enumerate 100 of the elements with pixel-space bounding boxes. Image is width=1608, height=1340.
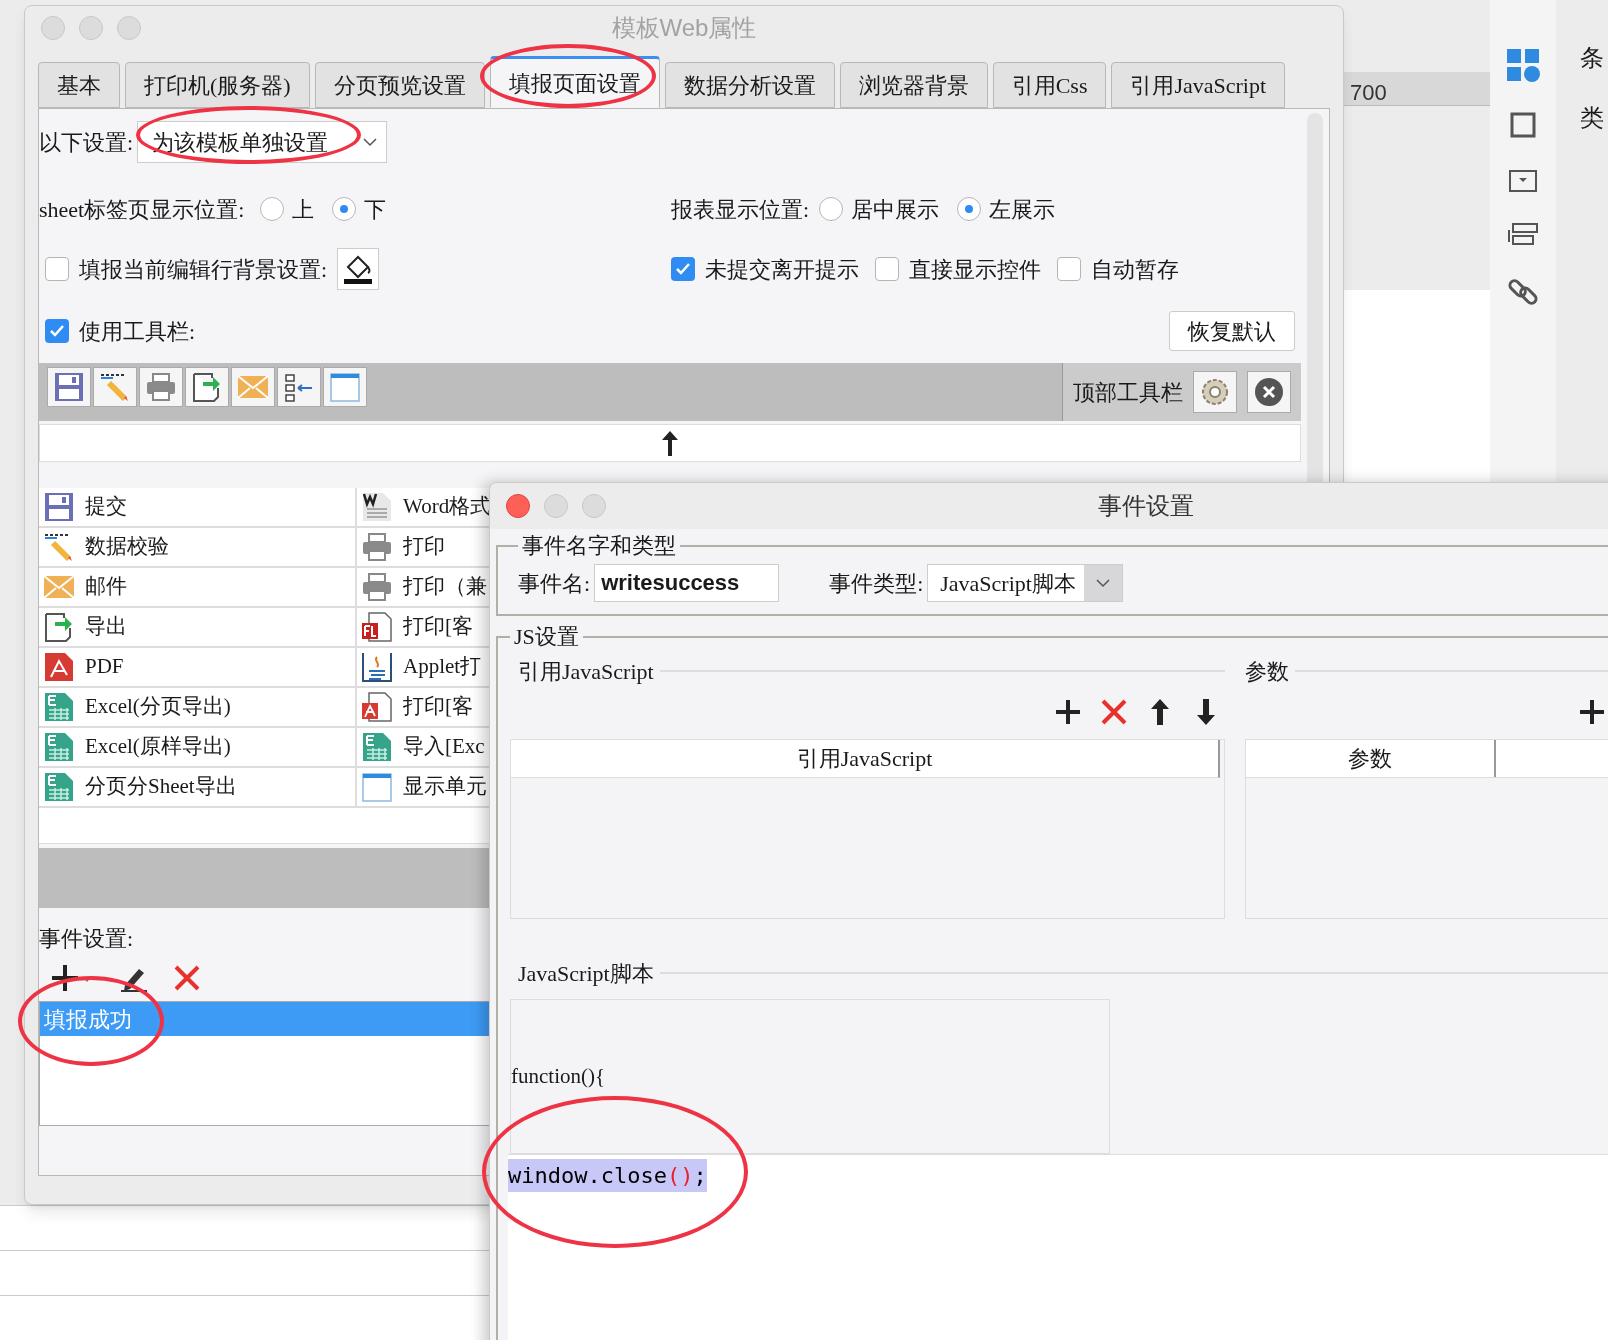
toolbar-item[interactable]: 导出 — [39, 608, 357, 648]
column-header: 参数 — [1246, 740, 1496, 777]
event-type-label: 事件类型: — [829, 569, 924, 598]
tab[interactable]: 浏览器背景 — [839, 62, 988, 108]
print-icon — [145, 371, 177, 403]
excel-icon — [43, 771, 75, 803]
tab[interactable]: 引用Css — [992, 62, 1107, 108]
toolbar-item[interactable]: Excel(分页导出) — [39, 688, 357, 728]
toolbar-button[interactable] — [139, 367, 183, 407]
toolbar-item[interactable]: 邮件 — [39, 568, 357, 608]
pencil-icon — [99, 371, 131, 403]
export-icon — [43, 611, 75, 643]
radio-button[interactable] — [819, 197, 844, 221]
close-button[interactable] — [506, 494, 530, 518]
tab[interactable]: 数据分析设置 — [664, 62, 835, 108]
toolbar-button[interactable] — [185, 367, 229, 407]
checkbox[interactable] — [45, 319, 69, 343]
row-background-label: 填报当前编辑行背景设置: — [79, 255, 328, 284]
checkmark-icon — [675, 262, 691, 276]
tab[interactable]: 填报页面设置 — [489, 56, 660, 108]
frame-icon — [329, 371, 361, 403]
toolbar-button[interactable] — [323, 367, 367, 407]
toolbar-item-label: 分页分Sheet导出 — [85, 773, 237, 801]
excel-icon — [43, 731, 75, 763]
scope-label: 以下设置: — [39, 128, 134, 157]
crop-icon — [1508, 110, 1538, 140]
checkbox[interactable] — [875, 257, 899, 281]
toolbar-item-label: 导入[Exc — [403, 733, 485, 761]
panel-label: 条 — [1580, 44, 1604, 73]
pdfdoc-icon — [361, 691, 393, 723]
dialog-title: 事件设置 — [1098, 491, 1194, 521]
delete-icon[interactable] — [173, 964, 201, 992]
toolbar-item-label: 打印 — [403, 533, 445, 561]
excel-icon — [361, 731, 393, 763]
toolbar-button[interactable] — [93, 367, 137, 407]
fill-color-button[interactable] — [337, 248, 380, 290]
applet-icon — [361, 651, 393, 683]
sheet-position-label: sheet标签页显示位置: — [39, 195, 245, 224]
checkbox[interactable] — [671, 257, 695, 281]
report-position-label: 报表显示位置: — [671, 195, 810, 224]
toolbar-item-label: Applet打 — [403, 653, 482, 681]
event-type-select[interactable]: JavaScript脚本 — [927, 564, 1123, 602]
close-icon — [1254, 377, 1284, 407]
dropdown-icon — [1508, 168, 1538, 194]
pencil-icon — [43, 531, 75, 563]
top-toolbar-label: 顶部工具栏 — [1073, 378, 1183, 407]
add-icon[interactable] — [1579, 699, 1605, 725]
chevron-icon — [362, 137, 379, 147]
option-label: 直接显示控件 — [909, 255, 1041, 284]
save-icon — [53, 371, 85, 403]
radio-label: 上 — [292, 195, 315, 224]
toolbar-button[interactable] — [47, 367, 91, 407]
flash-icon — [361, 611, 393, 643]
toolbar-item-label: 显示单元 — [403, 773, 487, 801]
tab[interactable]: 打印机(服务器) — [125, 62, 310, 108]
option-label: 未提交离开提示 — [705, 255, 859, 284]
close-button[interactable] — [1247, 371, 1291, 413]
event-name-field[interactable]: writesuccess — [594, 564, 780, 602]
radio-label: 左展示 — [989, 195, 1056, 224]
restore-default-button[interactable]: 恢复默认 — [1169, 311, 1295, 351]
toolbar-item-label: Excel(原样导出) — [85, 733, 231, 761]
toolbar-item[interactable]: 提交 — [39, 488, 357, 528]
toolbar-item-label: 导出 — [85, 613, 127, 641]
word-icon — [361, 491, 393, 523]
group-title: 事件名字和类型 — [521, 532, 677, 560]
toolbar-item-label: 数据校验 — [85, 533, 169, 561]
up-arrow-icon — [660, 429, 680, 457]
checkmark-icon — [49, 324, 65, 338]
grid-info-icon — [1506, 48, 1540, 82]
toolbar-button[interactable] — [277, 367, 321, 407]
toolbar-item-label: 打印（兼 — [403, 573, 487, 601]
tab[interactable]: 引用JavaScript — [1111, 62, 1286, 108]
tab[interactable]: 分页预览设置 — [314, 62, 485, 108]
toolbar-item[interactable]: Excel(原样导出) — [39, 728, 357, 768]
link-icon — [1507, 276, 1539, 308]
delete-icon[interactable] — [1101, 699, 1127, 725]
toolbar-item[interactable]: 数据校验 — [39, 528, 357, 568]
radio-button[interactable] — [332, 197, 357, 221]
toolbar-item[interactable]: PDF — [39, 648, 357, 688]
export-icon — [191, 371, 223, 403]
add-icon[interactable] — [1055, 699, 1081, 725]
radio-button[interactable] — [260, 197, 285, 221]
checkbox[interactable] — [45, 257, 69, 281]
chevron-icon — [1094, 578, 1111, 588]
section-title: 参数 — [1245, 657, 1289, 686]
toolbar-item-label: PDF — [85, 653, 124, 681]
code-editor[interactable]: window.close(); — [508, 1154, 1608, 1340]
checkbox[interactable] — [1057, 257, 1081, 281]
toolbar-item[interactable]: 分页分Sheet导出 — [39, 768, 357, 808]
settings-button[interactable] — [1193, 371, 1237, 413]
use-toolbar-label: 使用工具栏: — [79, 317, 196, 346]
radio-label: 居中展示 — [851, 195, 940, 224]
events-label: 事件设置: — [39, 925, 135, 953]
event-name-label: 事件名: — [518, 569, 591, 598]
settings-icon — [1200, 377, 1230, 407]
radio-button[interactable] — [957, 197, 982, 221]
pdf-icon — [43, 651, 75, 683]
panel-label: 类 — [1580, 104, 1604, 133]
section-title: 引用JavaScript — [517, 657, 654, 686]
tab[interactable]: 基本 — [38, 62, 120, 108]
